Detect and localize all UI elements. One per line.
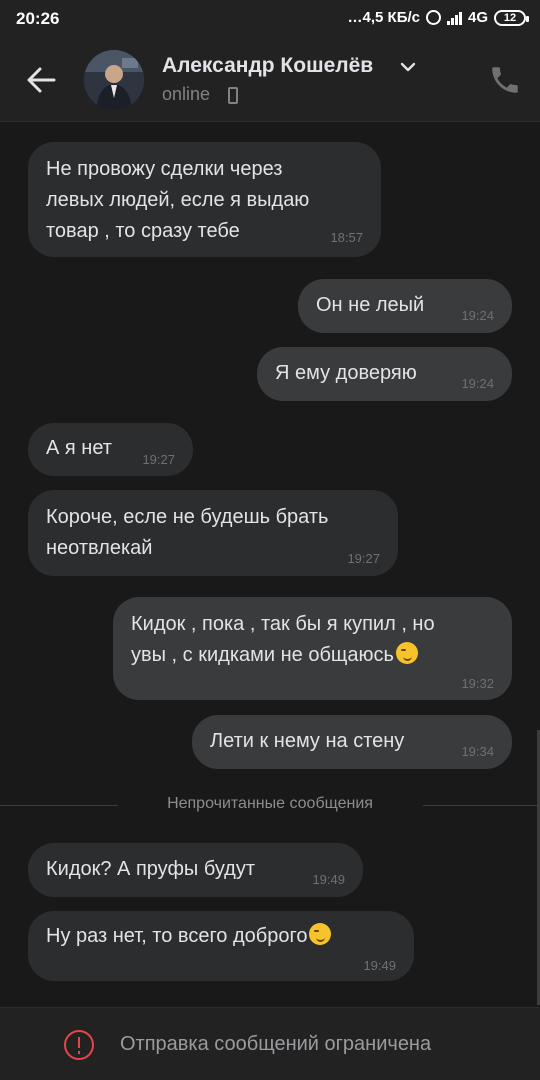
message-bubble-outgoing[interactable]: Кидок , пока , так бы я купил , но увы ,… xyxy=(113,597,512,700)
unread-divider-label: Непрочитанные сообщения xyxy=(167,795,373,812)
message-time: 19:49 xyxy=(312,872,345,887)
chevron-down-icon[interactable] xyxy=(399,60,417,74)
arrow-left-icon[interactable] xyxy=(22,62,62,98)
mobile-device-icon xyxy=(228,87,238,104)
message-text: Ну раз нет, то всего доброго xyxy=(46,921,332,952)
message-text-content: Ну раз нет, то всего доброго xyxy=(46,925,308,947)
alarm-icon xyxy=(425,10,441,25)
message-list[interactable]: Не провожу сделки через левых людей, есл… xyxy=(0,123,540,1007)
messaging-restricted-bar: Отправка сообщений ограничена xyxy=(0,1007,540,1080)
message-text: Он не леый xyxy=(316,294,425,316)
contact-status: online xyxy=(162,84,211,104)
message-bubble-incoming[interactable]: Короче, есле не будешь брать неотвлекай … xyxy=(28,490,398,576)
divider-line xyxy=(423,805,540,806)
message-bubble-outgoing[interactable]: Я ему доверяю 19:24 xyxy=(257,347,512,401)
message-time: 19:27 xyxy=(347,551,380,566)
message-text-content: Кидок , пока , так бы я купил , но увы ,… xyxy=(131,613,435,666)
message-time: 18:57 xyxy=(330,230,363,245)
message-text: Я ему доверяю xyxy=(275,362,417,384)
chat-header: Александр Кошелёв online xyxy=(0,38,540,122)
message-time: 19:34 xyxy=(461,744,494,759)
smirking-face-icon xyxy=(395,642,418,664)
message-bubble-incoming[interactable]: Не провожу сделки через левых людей, есл… xyxy=(28,142,381,257)
contact-name[interactable]: Александр Кошелёв xyxy=(162,54,373,78)
message-bubble-incoming[interactable]: А я нет 19:27 xyxy=(28,423,193,476)
message-time: 19:24 xyxy=(461,376,494,391)
network-type: 4G xyxy=(467,9,488,26)
message-text: Лети к нему на стену xyxy=(210,730,405,752)
status-time: 20:26 xyxy=(16,9,60,28)
battery-level: 12 xyxy=(503,11,517,24)
message-time: 19:49 xyxy=(363,958,396,973)
message-bubble-incoming[interactable]: Кидок? А пруфы будут 19:49 xyxy=(28,843,363,897)
warning-circle-icon xyxy=(64,1030,94,1060)
message-bubble-outgoing[interactable]: Лети к нему на стену 19:34 xyxy=(192,715,512,769)
status-bar: 20:26 …4,5 КБ/с 4G 12 xyxy=(0,0,540,38)
message-time: 19:24 xyxy=(461,308,494,323)
phone-icon[interactable] xyxy=(488,62,522,98)
status-indicators: …4,5 КБ/с 4G 12 xyxy=(347,9,529,26)
avatar[interactable] xyxy=(84,50,144,110)
battery-icon: 12 xyxy=(494,9,529,26)
unread-divider: Непрочитанные сообщения xyxy=(0,793,540,817)
message-text: Кидок , пока , так бы я купил , но увы ,… xyxy=(131,609,435,671)
message-time: 19:27 xyxy=(142,452,175,467)
smirking-face-icon xyxy=(309,923,332,945)
message-text: Кидок? А пруфы будут xyxy=(46,858,256,880)
restriction-notice: Отправка сообщений ограничена xyxy=(120,1033,432,1055)
signal-icon xyxy=(446,11,462,25)
network-speed: …4,5 КБ/с xyxy=(347,9,420,26)
message-bubble-outgoing[interactable]: Он не леый 19:24 xyxy=(298,279,512,333)
message-text: Короче, есле не будешь брать неотвлекай xyxy=(46,506,329,559)
message-text: Не провожу сделки через левых людей, есл… xyxy=(46,158,310,242)
message-time: 19:32 xyxy=(461,676,494,691)
message-bubble-incoming[interactable]: Ну раз нет, то всего доброго 19:49 xyxy=(28,911,414,981)
message-text: А я нет xyxy=(46,437,112,459)
